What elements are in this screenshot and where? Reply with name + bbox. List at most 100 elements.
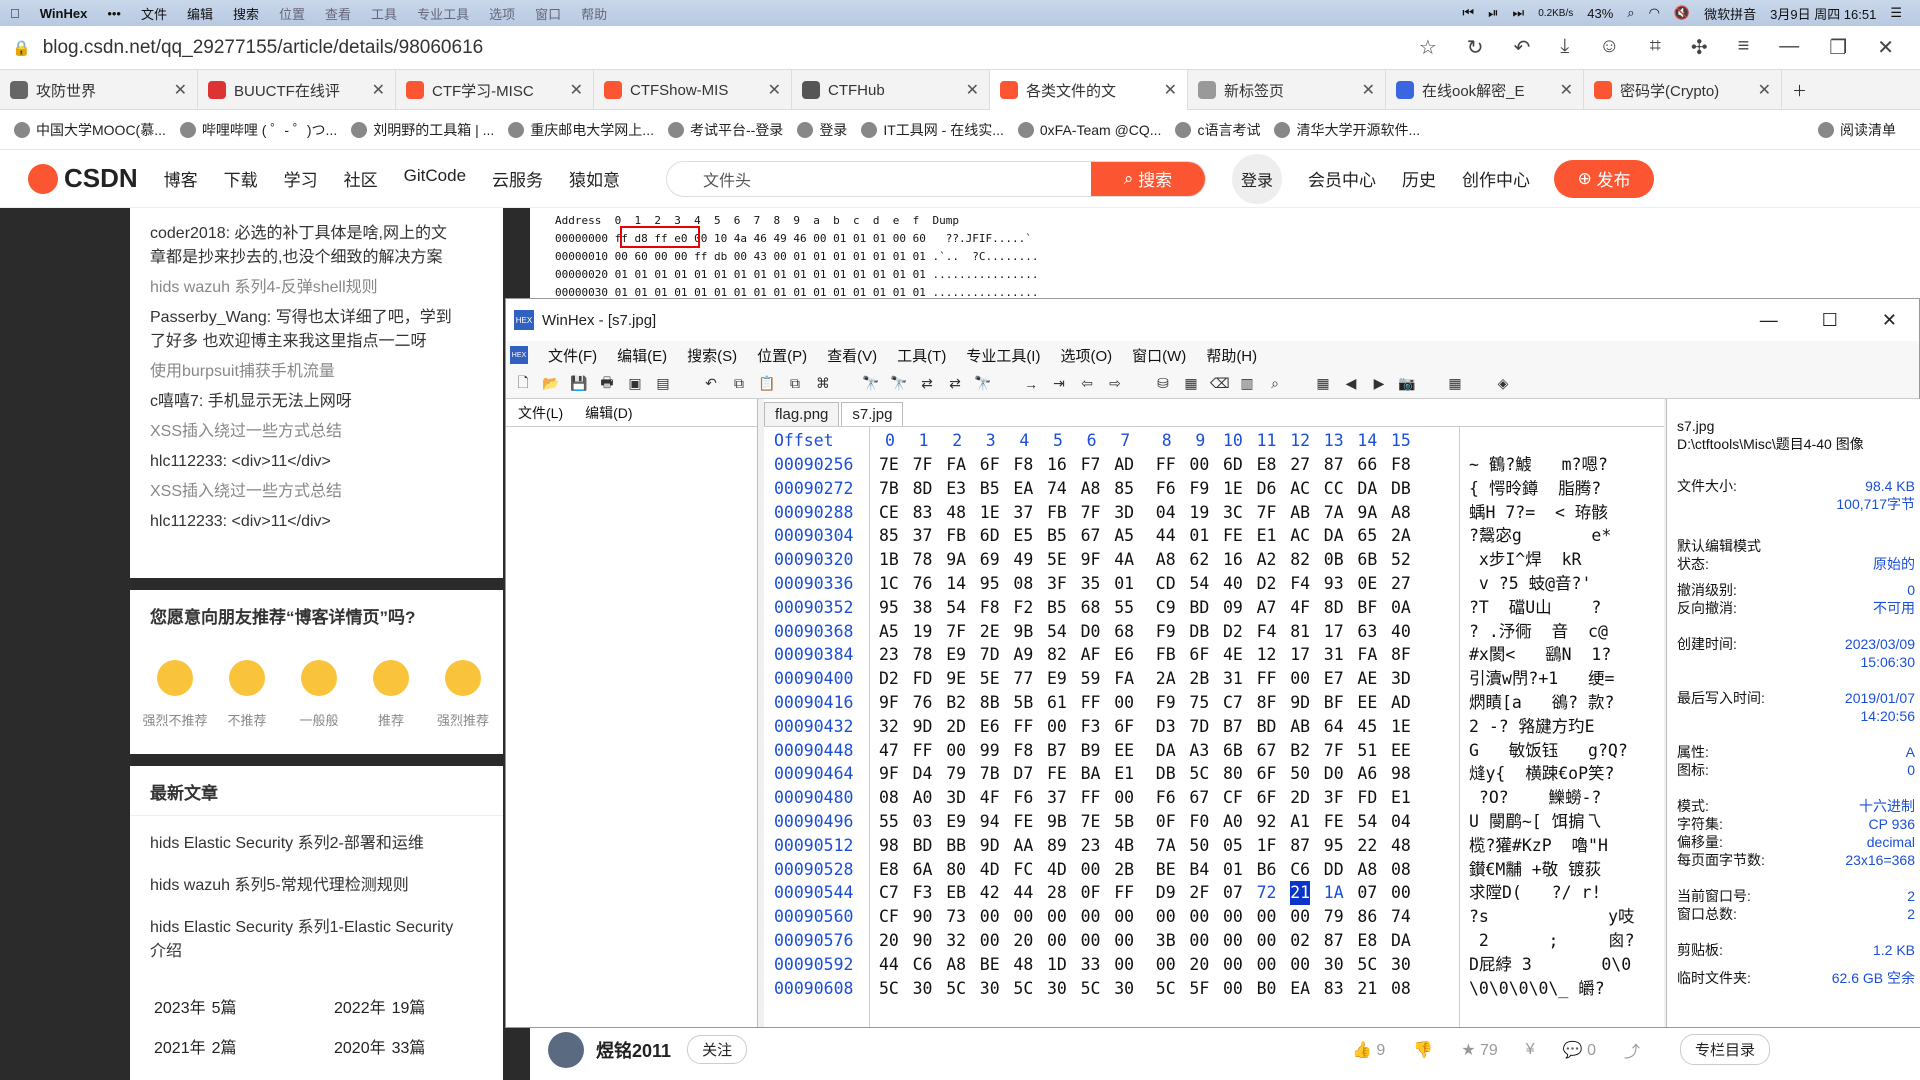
hex-byte[interactable]: B7 bbox=[1223, 715, 1243, 739]
hex-byte[interactable]: 07 bbox=[1223, 881, 1243, 905]
hex-byte[interactable]: A0 bbox=[913, 786, 933, 810]
hex-byte[interactable]: 2E bbox=[980, 620, 1000, 644]
latest-article-link[interactable]: hids Elastic Security 系列1-Elastic Securi… bbox=[130, 916, 503, 940]
hex-byte[interactable]: 80 bbox=[1223, 762, 1243, 786]
hex-byte[interactable]: E9 bbox=[946, 810, 966, 834]
hex-text[interactable]: U 閿鹛~[ 饵掮乁 bbox=[1469, 810, 1601, 834]
hex-text[interactable]: 榄?獾#KzP 嚕"H bbox=[1469, 834, 1608, 858]
hex-byte[interactable]: 32 bbox=[946, 929, 966, 953]
hex-row[interactable]: 00090304 85 37 FB 6D E5 B5 67 A5 44 01 FE E1 AC DA 65 2A… bbox=[764, 524, 1664, 548]
bookmark-item[interactable]: c语言考试 bbox=[1175, 120, 1260, 140]
calculator-icon[interactable]: ▥ bbox=[1238, 375, 1256, 392]
column-directory-button[interactable]: 专栏目录 bbox=[1679, 1034, 1770, 1065]
find-again-icon[interactable]: 🔭 bbox=[974, 375, 992, 392]
hex-byte[interactable]: F6 bbox=[1156, 786, 1176, 810]
lock-icon[interactable]: 🔒 bbox=[12, 39, 31, 57]
hex-byte[interactable]: EA bbox=[1013, 477, 1033, 501]
hex-byte[interactable]: 1E bbox=[980, 501, 1000, 525]
hex-byte[interactable]: 00 bbox=[1257, 953, 1277, 977]
hex-byte[interactable]: 19 bbox=[1189, 501, 1209, 525]
hex-byte[interactable]: 00 bbox=[1189, 905, 1209, 929]
hex-byte[interactable]: 95 bbox=[980, 572, 1000, 596]
hex-byte[interactable]: 87 bbox=[1324, 453, 1344, 477]
hex-byte[interactable]: D7 bbox=[1013, 762, 1033, 786]
system-menu-item[interactable]: 专业工具 bbox=[407, 4, 479, 23]
hex-byte[interactable]: 7B bbox=[980, 762, 1000, 786]
hex-row[interactable]: 00090384 23 78 E9 7D A9 82 AF E6 FB 6F 4E 12 17 31 FA 8F… bbox=[764, 643, 1664, 667]
hex-row[interactable]: 00090528 E8 6A 80 4D FC 4D 00 2B BE B4 01 B6 C6 DD A8 08… bbox=[764, 858, 1664, 882]
hex-byte[interactable]: 9F bbox=[1081, 548, 1101, 572]
hex-byte[interactable]: 00 bbox=[1223, 953, 1243, 977]
new-tab-icon[interactable]: ＋ bbox=[1782, 70, 1882, 110]
system-menu-item[interactable]: 查看 bbox=[315, 4, 361, 23]
hex-byte[interactable]: 79 bbox=[946, 762, 966, 786]
hex-byte[interactable]: 38 bbox=[913, 596, 933, 620]
hex-byte[interactable]: FE bbox=[1324, 810, 1344, 834]
hex-byte[interactable]: 17 bbox=[1290, 643, 1310, 667]
hex-byte[interactable]: 4D bbox=[1047, 858, 1067, 882]
hex-text[interactable]: 引瀆w閅?+1 绠= bbox=[1469, 667, 1614, 691]
search-input[interactable]: 文件头 bbox=[667, 167, 1091, 191]
hex-byte[interactable]: 00 bbox=[1047, 929, 1067, 953]
hex-byte[interactable]: 95 bbox=[879, 596, 899, 620]
hex-byte[interactable]: 64 bbox=[1324, 715, 1344, 739]
hex-byte[interactable]: D4 bbox=[913, 762, 933, 786]
like-button[interactable]: 👍 9 bbox=[1352, 1040, 1385, 1060]
hex-byte[interactable]: E1 bbox=[1391, 786, 1411, 810]
hex-byte[interactable]: 4E bbox=[1223, 643, 1243, 667]
share-icon[interactable]: ⤴ bbox=[1624, 1038, 1640, 1062]
hex-byte[interactable]: 8F bbox=[1257, 691, 1277, 715]
system-menu-item[interactable]: 选项 bbox=[479, 4, 525, 23]
restore-icon[interactable]: ❐ bbox=[1829, 35, 1847, 60]
hex-row[interactable]: 00090464 9F D4 79 7B D7 FE BA E1 DB 5C 80 6F 50 D0 A6 98… bbox=[764, 762, 1664, 786]
directory-menu-item[interactable]: 编辑(D) bbox=[585, 403, 632, 423]
profile-icon[interactable]: ☺ bbox=[1599, 35, 1619, 60]
hex-byte[interactable]: 42 bbox=[980, 881, 1000, 905]
hex-byte[interactable]: 50 bbox=[1290, 762, 1310, 786]
hex-byte[interactable]: 65 bbox=[1357, 524, 1377, 548]
tab-close-icon[interactable]: ✕ bbox=[1560, 80, 1573, 100]
hex-row[interactable]: 00090336 1C 76 14 95 08 3F 35 01 CD 54 40 D2 F4 93 0E 27… bbox=[764, 572, 1664, 596]
hex-text[interactable]: 熢y{ 横踈€oP笑? bbox=[1469, 762, 1614, 786]
browser-tab[interactable]: CTFShow-MIS ✕ bbox=[594, 70, 792, 110]
hex-byte[interactable]: 54 bbox=[946, 596, 966, 620]
hex-byte[interactable]: A8 bbox=[1156, 548, 1176, 572]
bookmark-item[interactable]: IT工具网 - 在线实... bbox=[861, 120, 1004, 140]
hex-byte[interactable]: 2B bbox=[1114, 858, 1134, 882]
hex-byte[interactable]: E8 bbox=[879, 858, 899, 882]
hex-byte[interactable]: FB bbox=[1047, 501, 1067, 525]
hex-byte[interactable]: 00 bbox=[1223, 977, 1243, 1001]
hex-byte[interactable]: 30 bbox=[980, 977, 1000, 1001]
hex-byte[interactable]: 19 bbox=[913, 620, 933, 644]
star-icon[interactable]: ☆ bbox=[1419, 35, 1437, 60]
latest-article-link[interactable]: 介绍 bbox=[130, 940, 503, 964]
hex-byte[interactable]: A3 bbox=[1189, 739, 1209, 763]
hex-byte[interactable]: AB bbox=[1290, 501, 1310, 525]
hex-byte[interactable]: 6B bbox=[1223, 739, 1243, 763]
sidebar-comment[interactable]: XSS插入绕过一些方式总结 bbox=[130, 480, 503, 504]
hex-byte[interactable]: 00 bbox=[1081, 858, 1101, 882]
hex-byte[interactable]: D2 bbox=[1223, 620, 1243, 644]
hex-byte[interactable]: 99 bbox=[980, 739, 1000, 763]
hex-byte[interactable]: 3C bbox=[1223, 501, 1243, 525]
hex-byte[interactable]: 00 bbox=[1391, 881, 1411, 905]
hex-byte[interactable]: 78 bbox=[913, 548, 933, 572]
hex-byte[interactable]: F0 bbox=[1189, 810, 1209, 834]
hex-byte[interactable]: E9 bbox=[1047, 667, 1067, 691]
hex-byte[interactable]: 1B bbox=[879, 548, 899, 572]
nav-item[interactable]: 社区 bbox=[344, 166, 378, 191]
hex-row[interactable]: 00090448 47 FF 00 99 F8 B7 B9 EE DA A3 6B 67 B2 7F 51 EE… bbox=[764, 739, 1664, 763]
hex-byte[interactable]: BF bbox=[1357, 596, 1377, 620]
hex-byte[interactable]: A8 bbox=[946, 953, 966, 977]
hex-text[interactable]: 2 -? 嗠旔方玓E bbox=[1469, 715, 1595, 739]
hex-text[interactable]: 2 ; 囪? bbox=[1469, 929, 1635, 953]
hex-byte[interactable]: 79 bbox=[1324, 905, 1344, 929]
hex-byte[interactable]: D2 bbox=[879, 667, 899, 691]
hex-byte[interactable]: 4F bbox=[980, 786, 1000, 810]
extensions-icon[interactable]: ✣ bbox=[1691, 35, 1708, 60]
hex-byte[interactable]: BD bbox=[1257, 715, 1277, 739]
hex-byte[interactable]: CD bbox=[1156, 572, 1176, 596]
hex-byte[interactable]: D6 bbox=[1257, 477, 1277, 501]
hex-byte[interactable]: 6F bbox=[1189, 643, 1209, 667]
hex-byte[interactable]: 9D bbox=[980, 834, 1000, 858]
